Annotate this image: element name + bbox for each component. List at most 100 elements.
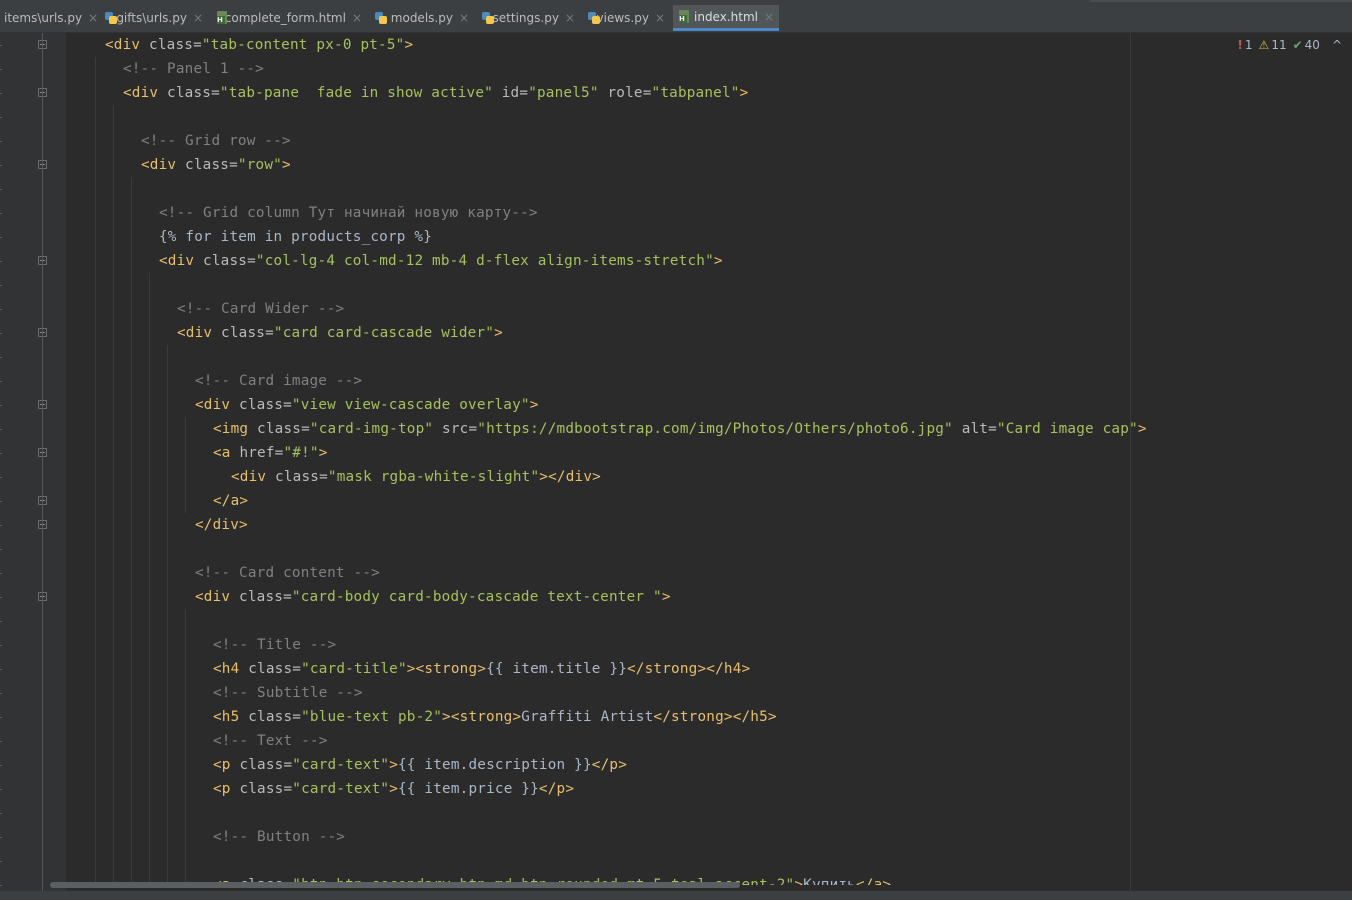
horizontal-scrollbar[interactable]: [50, 882, 740, 888]
errors-counter[interactable]: ! 1: [1237, 38, 1252, 52]
python-file-icon: [481, 11, 494, 25]
line-number-marker: [0, 117, 2, 118]
code-token: <!-- Title -->: [213, 637, 337, 653]
inspection-widget[interactable]: ! 1 ⚠ 11 ✔ 40 ^: [1237, 38, 1342, 52]
chevron-up-icon[interactable]: ^: [1332, 38, 1342, 52]
code-line[interactable]: <div class="col-lg-4 col-md-12 mb-4 d-fl…: [159, 249, 723, 273]
line-number-marker: [0, 45, 2, 46]
check-icon: ✔: [1292, 38, 1303, 52]
code-line[interactable]: <!-- Grid column Тут начинай новую карту…: [159, 201, 538, 225]
ok-counter[interactable]: ✔ 40: [1293, 38, 1320, 52]
tab-gifts-urls-py[interactable]: gifts\urls.py ×: [100, 5, 207, 31]
code-token: "tab-content px-0 pt-5": [201, 37, 405, 53]
tab-views-py[interactable]: views.py ×: [583, 5, 669, 31]
code-line[interactable]: <img class="card-img-top" src="https://m…: [213, 417, 1147, 441]
code-token: <div: [177, 325, 222, 341]
line-number-marker: [0, 453, 2, 454]
tab-settings-py[interactable]: settings.py ×: [477, 5, 579, 31]
warning-count: 11: [1271, 38, 1287, 52]
tab-items-urls-py[interactable]: items\urls.py ×: [0, 5, 98, 31]
code-line[interactable]: <div class="row">: [141, 153, 291, 177]
code-line[interactable]: <div class="tab-content px-0 pt-5">: [105, 33, 413, 57]
code-token: </p>: [538, 781, 575, 797]
code-line[interactable]: <!-- Title -->: [213, 633, 336, 657]
code-line[interactable]: <div class="card card-cascade wider">: [177, 321, 503, 345]
line-number-marker: [0, 381, 2, 382]
line-number-marker: [0, 621, 2, 622]
code-line[interactable]: <!-- Button -->: [213, 825, 345, 849]
warnings-counter[interactable]: ⚠ 11: [1259, 38, 1287, 52]
line-number-marker: [0, 237, 2, 238]
code-line[interactable]: <a href="#!">: [213, 441, 328, 465]
code-token: class=: [248, 709, 302, 725]
line-number-marker: [0, 405, 2, 406]
indent-guide: [149, 273, 150, 885]
close-icon[interactable]: ×: [565, 11, 575, 25]
code-line[interactable]: <!-- Card image -->: [195, 369, 362, 393]
code-line[interactable]: <!-- Card Wider -->: [177, 297, 344, 321]
line-number-marker: [0, 141, 2, 142]
line-number-marker: [0, 309, 2, 310]
tab-models-py[interactable]: models.py ×: [370, 5, 473, 31]
tab-label: complete_form.html: [224, 11, 346, 25]
code-token: "card card-cascade wider": [273, 325, 495, 341]
code-line[interactable]: </a>: [213, 489, 248, 513]
code-token: class=: [248, 661, 302, 677]
code-line[interactable]: {% for item in products_corp %}: [159, 225, 432, 249]
code-token: <!-- Grid row -->: [141, 133, 291, 149]
code-token: class=: [167, 85, 220, 101]
code-token: "row": [237, 157, 282, 173]
line-gutter[interactable]: [0, 33, 66, 891]
html-file-icon: [215, 11, 227, 25]
code-line[interactable]: <div class="view view-cascade overlay">: [195, 393, 539, 417]
tab-index-html[interactable]: index.html ×: [673, 5, 779, 31]
code-line[interactable]: </div>: [195, 513, 248, 537]
code-token: {{ item.description }}: [398, 757, 592, 773]
line-number-marker: [0, 261, 2, 262]
code-token: </strong></h5>: [653, 709, 777, 725]
code-line[interactable]: <p class="card-text">{{ item.price }}</p…: [213, 777, 574, 801]
code-token: "card-img-top": [309, 421, 443, 437]
code-token: ><strong>: [406, 661, 487, 677]
code-token: role=: [607, 85, 652, 101]
code-token: <h4: [213, 661, 249, 677]
code-token: class=: [203, 253, 256, 269]
code-line[interactable]: <div class="tab-pane fade in show active…: [123, 81, 748, 105]
code-line[interactable]: <div class="mask rgba-white-slight"></di…: [231, 465, 601, 489]
code-line[interactable]: <div class="card-body card-body-cascade …: [195, 585, 671, 609]
code-line[interactable]: <p class="card-text">{{ item.description…: [213, 753, 627, 777]
code-line[interactable]: <!-- Subtitle -->: [213, 681, 363, 705]
code-token: <div: [231, 469, 276, 485]
code-editor[interactable]: <div class="tab-content px-0 pt-5"> <!-- …: [66, 33, 1352, 885]
code-token: >: [794, 877, 804, 885]
error-count: 1: [1244, 38, 1253, 52]
code-line[interactable]: <!-- Panel 1 -->: [123, 57, 264, 81]
line-number-marker: [0, 69, 2, 70]
tab-complete-form-html[interactable]: complete_form.html ×: [211, 5, 366, 31]
close-icon[interactable]: ×: [655, 11, 665, 25]
close-icon[interactable]: ×: [352, 11, 362, 25]
code-line[interactable]: <!-- Text -->: [213, 729, 328, 753]
code-token: <img: [213, 421, 258, 437]
code-token: <!-- Button -->: [213, 829, 346, 845]
code-token: Graffiti Artist: [521, 709, 654, 725]
close-icon[interactable]: ×: [764, 10, 774, 24]
code-token: <!-- Card content -->: [195, 565, 380, 581]
code-token: <!-- Card Wider -->: [177, 301, 345, 317]
code-line[interactable]: <!-- Card content -->: [195, 561, 380, 585]
close-icon[interactable]: ×: [88, 11, 98, 25]
indent-guide: [167, 345, 168, 885]
close-icon[interactable]: ×: [193, 11, 203, 25]
line-number-marker: [0, 477, 2, 478]
close-icon[interactable]: ×: [459, 11, 469, 25]
code-token: >: [529, 397, 539, 413]
line-number-marker: [0, 429, 2, 430]
code-token: "tabpanel": [651, 85, 740, 101]
code-line[interactable]: <!-- Grid row -->: [141, 129, 291, 153]
code-token: <div: [195, 589, 240, 605]
code-line[interactable]: <h5 class="blue-text pb-2"><strong>Graff…: [213, 705, 777, 729]
line-number-marker: [0, 861, 2, 862]
code-line[interactable]: <h4 class="card-title"><strong>{{ item.t…: [213, 657, 750, 681]
editor-tab-bar: items\urls.py×gifts\urls.py×complete_for…: [0, 0, 1352, 33]
tab-label: items\urls.py: [4, 11, 83, 25]
